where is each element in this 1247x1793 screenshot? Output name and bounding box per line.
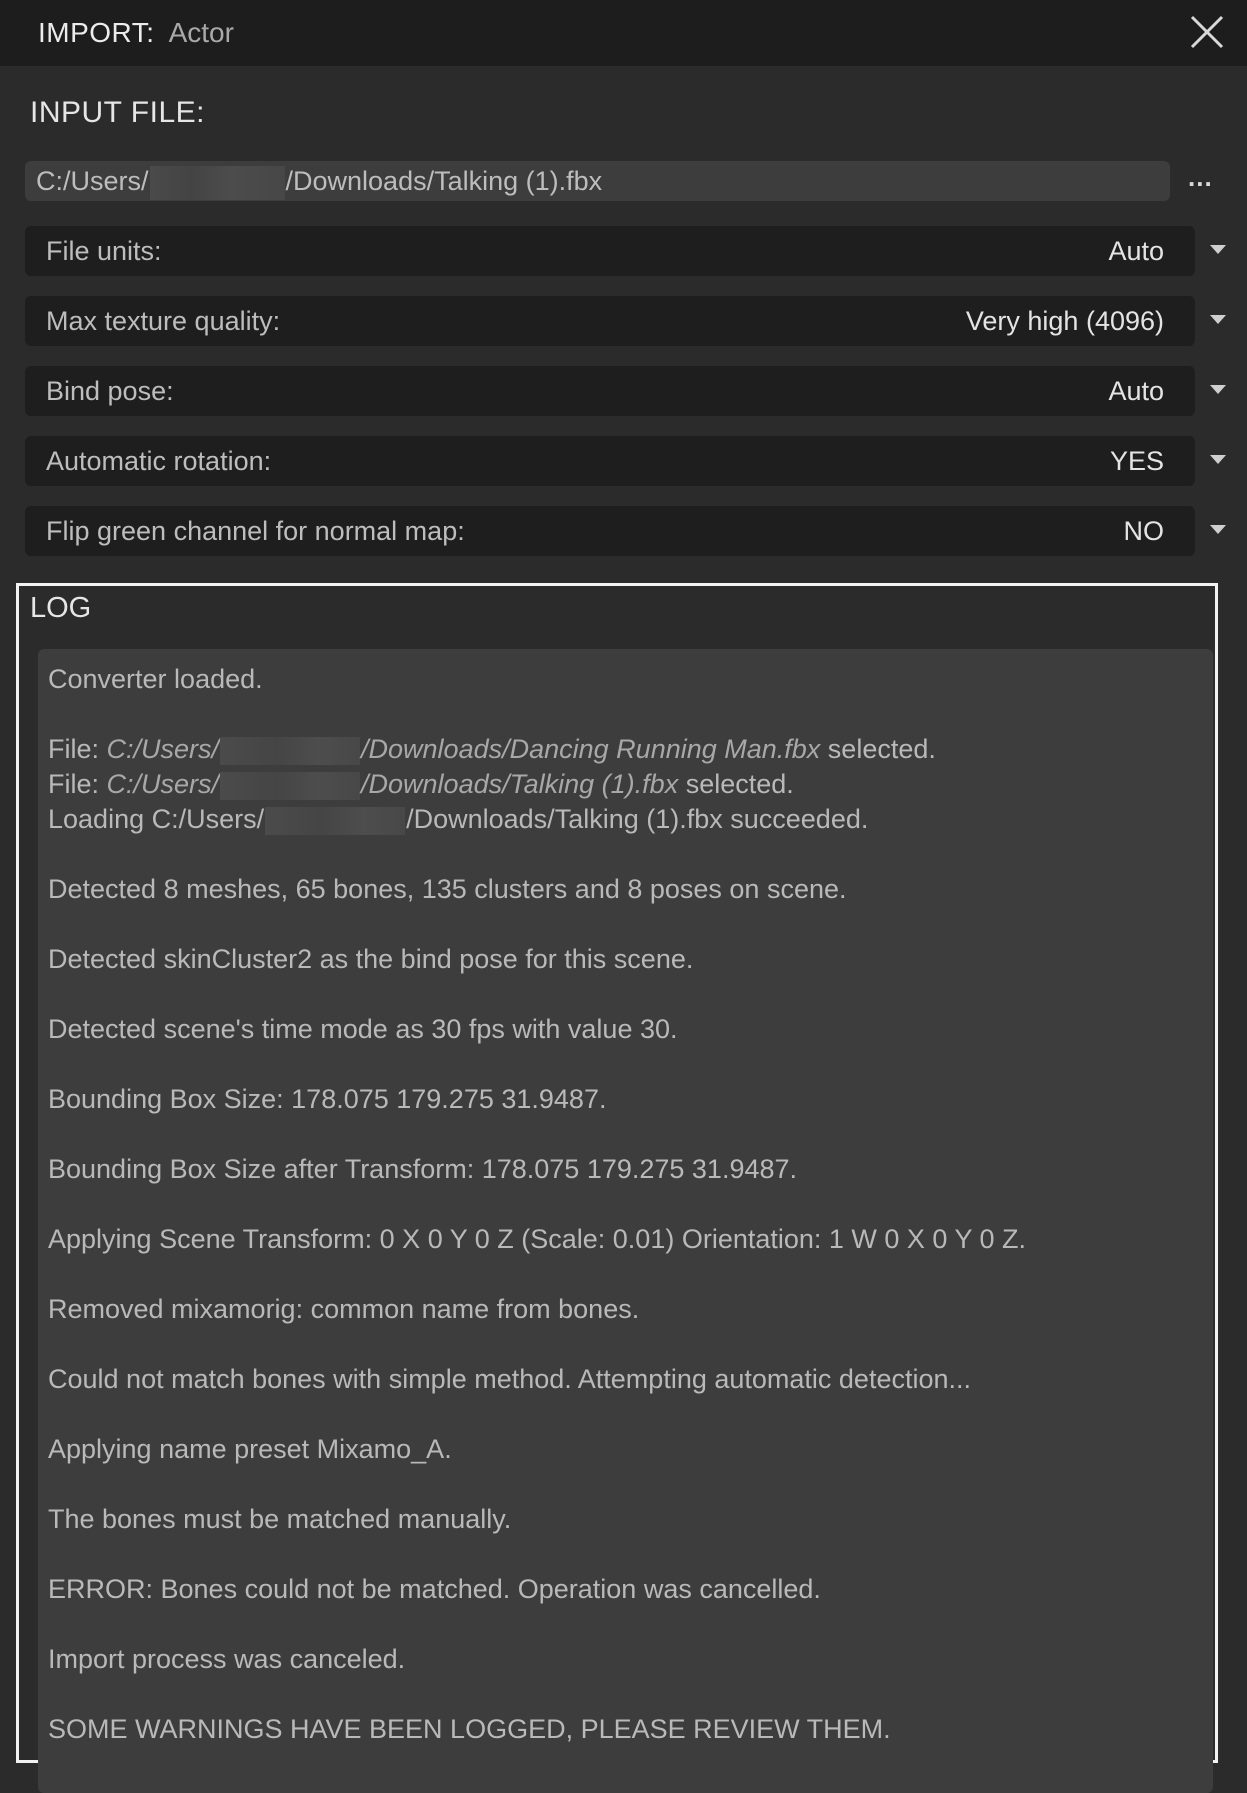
option-label: Automatic rotation:	[46, 445, 272, 476]
log-line: SOME WARNINGS HAVE BEEN LOGGED, PLEASE R…	[48, 1714, 891, 1744]
log-line: Detected 8 meshes, 65 bones, 135 cluster…	[48, 874, 847, 904]
log-line-suffix: selected.	[820, 734, 936, 764]
path-end: /Downloads/Dancing Running Man.fbx	[361, 734, 821, 764]
path-suffix: /Downloads/Talking (1).fbx	[285, 166, 603, 196]
max-texture-quality-dropdown[interactable]: Max texture quality: Very high (4096)	[25, 296, 1195, 346]
window-title-label: IMPORT:	[38, 17, 155, 48]
title-bar: IMPORT: Actor	[0, 0, 1247, 66]
option-flip-green-channel: Flip green channel for normal map: NO	[25, 506, 1226, 556]
chevron-down-icon[interactable]	[1210, 245, 1226, 254]
redacted-username	[265, 806, 406, 835]
option-label: File units:	[46, 235, 162, 266]
option-file-units: File units: Auto	[25, 226, 1226, 276]
flip-green-channel-dropdown[interactable]: Flip green channel for normal map: NO	[25, 506, 1195, 556]
log-line: Removed mixamorig: common name from bone…	[48, 1294, 640, 1324]
log-line-prefix: File:	[48, 734, 107, 764]
chevron-down-icon[interactable]	[1210, 525, 1226, 534]
log-line: Bounding Box Size: 178.075 179.275 31.94…	[48, 1084, 607, 1114]
log-output[interactable]: Converter loaded. File: C:/Users/ /Downlo…	[38, 649, 1213, 1793]
option-label: Max texture quality:	[46, 305, 281, 336]
option-automatic-rotation: Automatic rotation: YES	[25, 436, 1226, 486]
path-start: C:/Users/	[106, 769, 220, 799]
log-line: Loading C:/Users/ /Downloads/Talking (1).…	[48, 802, 1203, 837]
option-label: Flip green channel for normal map:	[46, 515, 465, 546]
option-value: NO	[1123, 515, 1165, 546]
window-title-value: Actor	[168, 17, 234, 48]
log-line: Converter loaded.	[48, 664, 263, 694]
log-line: Could not match bones with simple method…	[48, 1364, 971, 1394]
redacted-username	[220, 736, 361, 765]
chevron-down-icon[interactable]	[1210, 385, 1226, 394]
bind-pose-dropdown[interactable]: Bind pose: Auto	[25, 366, 1195, 416]
chevron-down-icon[interactable]	[1210, 455, 1226, 464]
automatic-rotation-dropdown[interactable]: Automatic rotation: YES	[25, 436, 1195, 486]
log-line-prefix: File:	[48, 769, 107, 799]
log-line-prefix: Loading C:/Users/	[48, 804, 265, 834]
log-line: File: C:/Users/ /Downloads/Dancing Runnin…	[48, 732, 1203, 767]
redacted-username	[149, 165, 285, 200]
log-line: Applying Scene Transform: 0 X 0 Y 0 Z (S…	[48, 1224, 1026, 1254]
path-start: C:/Users/	[106, 734, 220, 764]
log-line: ERROR: Bones could not be matched. Opera…	[48, 1574, 821, 1604]
input-file-path-field[interactable]: C:/Users/ /Downloads/Talking (1).fbx	[25, 161, 1170, 201]
chevron-down-icon[interactable]	[1210, 315, 1226, 324]
log-line: The bones must be matched manually.	[48, 1504, 512, 1534]
path-end: /Downloads/Talking (1).fbx	[361, 769, 679, 799]
input-file-label: INPUT FILE:	[30, 96, 205, 129]
log-line-suffix: /Downloads/Talking (1).fbx succeeded.	[406, 804, 869, 834]
close-icon[interactable]	[1187, 12, 1227, 52]
log-file-path: C:/Users/ /Downloads/Dancing Running Man.…	[106, 734, 821, 765]
log-line: Detected skinCluster2 as the bind pose f…	[48, 944, 694, 974]
option-max-texture-quality: Max texture quality: Very high (4096)	[25, 296, 1226, 346]
log-line: Applying name preset Mixamo_A.	[48, 1434, 452, 1464]
file-units-dropdown[interactable]: File units: Auto	[25, 226, 1195, 276]
option-value: Very high (4096)	[965, 305, 1164, 336]
option-value: Auto	[1108, 235, 1164, 266]
log-line: Import process was canceled.	[48, 1644, 406, 1674]
option-label: Bind pose:	[46, 375, 174, 406]
option-value: Auto	[1108, 375, 1164, 406]
browse-button[interactable]: ...	[1188, 164, 1222, 196]
log-line: Bounding Box Size after Transform: 178.0…	[48, 1154, 798, 1184]
log-line: Detected scene's time mode as 30 fps wit…	[48, 1014, 678, 1044]
redacted-username	[220, 771, 361, 800]
option-value: YES	[1109, 445, 1164, 476]
log-file-path: C:/Users/ /Downloads/Talking (1).fbx	[106, 769, 679, 800]
log-line-suffix: selected.	[678, 769, 794, 799]
log-title: LOG	[30, 592, 92, 624]
log-line: File: C:/Users/ /Downloads/Talking (1).fb…	[48, 767, 1203, 802]
path-prefix: C:/Users/	[36, 166, 149, 196]
option-bind-pose: Bind pose: Auto	[25, 366, 1226, 416]
